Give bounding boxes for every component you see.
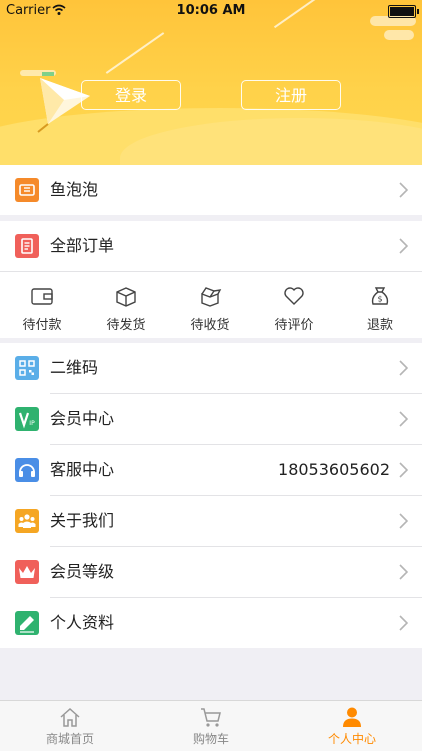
menu-item-label: 会员等级 — [50, 562, 115, 581]
decor-cloud — [384, 30, 414, 40]
order-status-bar: 待付款 待发货 待收货 待评价 $ 退款 — [0, 272, 422, 338]
status-bar: Carrier 10:06 AM — [0, 0, 422, 22]
bubble-group: 鱼泡泡 — [0, 165, 422, 215]
tab-label: 商城首页 — [45, 732, 94, 746]
all-orders-label: 全部订单 — [50, 236, 115, 255]
chevron-right-icon — [399, 462, 408, 478]
order-state-refund[interactable]: $ 退款 — [338, 272, 422, 338]
menu-item-profile[interactable]: 个人资料 — [0, 598, 422, 648]
order-state-pending-receipt[interactable]: 待收货 — [168, 272, 252, 338]
all-orders-row[interactable]: 全部订单 — [0, 221, 422, 271]
menu-item-label: 个人资料 — [50, 613, 115, 632]
service-phone-number[interactable]: 18053605602 — [278, 445, 390, 495]
clock: 10:06 AM — [176, 3, 246, 18]
svg-text:$: $ — [377, 295, 382, 304]
menu-item-customer-service[interactable]: 客服中心 18053605602 — [0, 445, 422, 495]
tab-home[interactable]: 商城首页 — [0, 701, 140, 751]
menu-item-qr-code[interactable]: 二维码 — [0, 343, 422, 393]
people-icon — [15, 509, 39, 533]
tab-bar: 商城首页 购物车 个人中心 — [0, 700, 422, 751]
login-button[interactable]: 登录 — [81, 80, 181, 110]
tab-cart[interactable]: 购物车 — [141, 701, 281, 751]
box-icon — [116, 287, 136, 307]
chevron-right-icon — [399, 411, 408, 427]
order-state-label: 待收货 — [190, 318, 230, 333]
order-state-label: 待发货 — [106, 318, 146, 333]
headset-icon — [15, 458, 39, 482]
pencil-icon — [15, 611, 39, 635]
money-bag-icon: $ — [371, 287, 389, 305]
menu-item-label: 会员中心 — [50, 409, 115, 428]
vip-icon: IP — [15, 407, 39, 431]
menu-item-label: 关于我们 — [50, 511, 115, 530]
battery-icon — [388, 5, 419, 18]
open-box-icon — [201, 287, 222, 307]
menu-item-member-center[interactable]: IP 会员中心 — [0, 394, 422, 444]
register-button[interactable]: 注册 — [241, 80, 341, 110]
person-icon — [343, 707, 361, 727]
menu-group: 二维码 IP 会员中心 客服中心 18053605602 关于我们 会员等级 个… — [0, 343, 422, 648]
chevron-right-icon — [399, 513, 408, 529]
order-state-label: 待评价 — [274, 318, 314, 333]
home-icon — [60, 707, 80, 727]
bubble-label: 鱼泡泡 — [50, 180, 99, 199]
order-state-label: 退款 — [366, 318, 393, 333]
wallet-icon — [31, 288, 53, 305]
order-state-pending-review[interactable]: 待评价 — [252, 272, 336, 338]
svg-text:IP: IP — [29, 420, 35, 427]
document-icon — [15, 234, 39, 258]
cart-icon — [201, 708, 221, 727]
chevron-right-icon — [399, 238, 408, 254]
chevron-right-icon — [399, 564, 408, 580]
tab-label: 购物车 — [192, 732, 229, 746]
tab-label: 个人中心 — [327, 732, 376, 746]
ticket-icon — [15, 178, 39, 202]
order-state-pending-shipment[interactable]: 待发货 — [84, 272, 168, 338]
orders-group: 全部订单 待付款 待发货 待收货 待评价 $ 退款 — [0, 221, 422, 338]
menu-item-member-level[interactable]: 会员等级 — [0, 547, 422, 597]
order-state-label: 待付款 — [22, 318, 62, 333]
profile-header: 登录 注册 — [0, 0, 422, 165]
bubble-row[interactable]: 鱼泡泡 — [0, 165, 422, 215]
tab-profile[interactable]: 个人中心 — [282, 701, 422, 751]
qr-code-icon — [15, 356, 39, 380]
menu-item-label: 客服中心 — [50, 460, 115, 479]
chevron-right-icon — [399, 615, 408, 631]
order-state-pending-payment[interactable]: 待付款 — [0, 272, 84, 338]
menu-item-label: 二维码 — [50, 358, 99, 377]
chevron-right-icon — [399, 360, 408, 376]
chevron-right-icon — [399, 182, 408, 198]
menu-item-about-us[interactable]: 关于我们 — [0, 496, 422, 546]
crown-icon — [15, 560, 39, 584]
heart-icon — [284, 287, 304, 305]
decor-streak — [105, 32, 165, 74]
